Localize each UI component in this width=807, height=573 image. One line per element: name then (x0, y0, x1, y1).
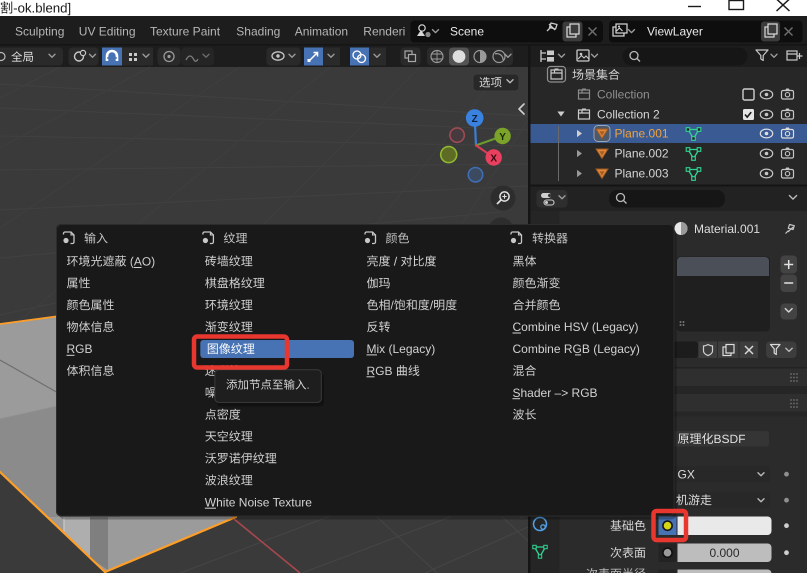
svg-text:Shading: Shading (236, 25, 280, 39)
svg-text:Combine HSV (Legacy): Combine HSV (Legacy) (513, 320, 639, 334)
svg-text:X: X (490, 153, 497, 164)
svg-text:Z: Z (472, 114, 478, 125)
svg-text:Mix (Legacy): Mix (Legacy) (367, 342, 436, 356)
svg-text:Texture Paint: Texture Paint (150, 25, 221, 39)
svg-text:Combine RGB (Legacy): Combine RGB (Legacy) (513, 342, 640, 356)
svg-text:RGB: RGB (67, 342, 93, 356)
svg-text:0.000: 0.000 (709, 546, 739, 560)
svg-text:Collection 2: Collection 2 (597, 108, 660, 122)
svg-text:Plane.002: Plane.002 (615, 147, 669, 161)
svg-text:Plane.003: Plane.003 (615, 167, 669, 181)
svg-text:ViewLayer: ViewLayer (647, 25, 703, 39)
svg-text:Scene: Scene (450, 25, 484, 39)
svg-text:Collection: Collection (597, 88, 650, 102)
svg-text:UV Editing: UV Editing (79, 25, 136, 39)
svg-text:Y: Y (499, 132, 506, 143)
svg-text:Material.001: Material.001 (694, 222, 760, 236)
svg-text:Renderi: Renderi (363, 25, 405, 39)
svg-text:Plane.001: Plane.001 (615, 127, 669, 141)
svg-text:White Noise Texture: White Noise Texture (205, 495, 312, 509)
svg-text:GX: GX (678, 468, 695, 482)
svg-text:Shader –> RGB: Shader –> RGB (513, 386, 598, 400)
svg-text:Sculpting: Sculpting (15, 25, 64, 39)
svg-text:Animation: Animation (295, 25, 348, 39)
